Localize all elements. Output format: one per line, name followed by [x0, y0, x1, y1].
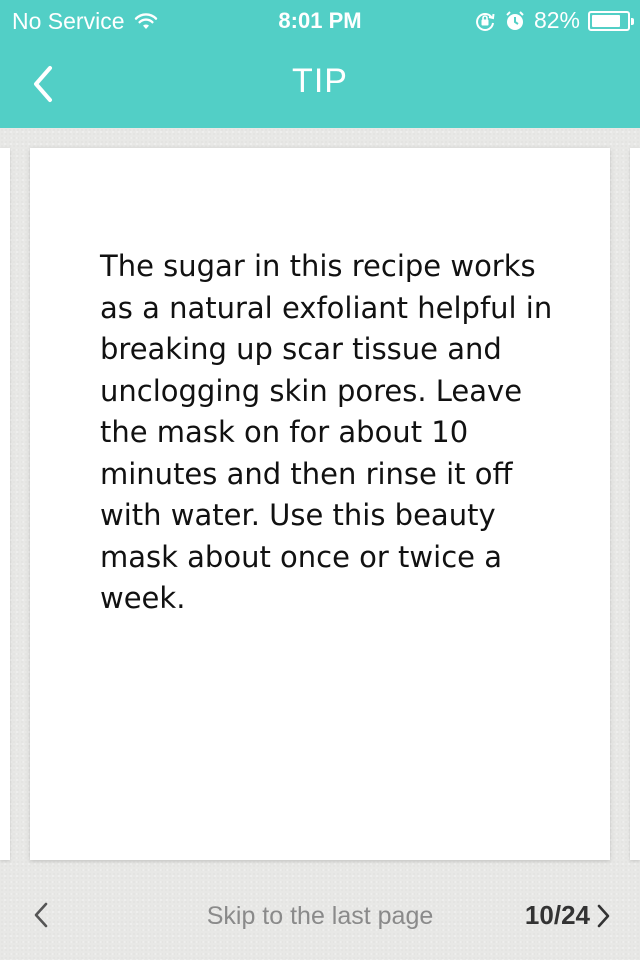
nav-bar: TIP [0, 40, 640, 128]
chevron-right-icon [597, 904, 610, 927]
bottom-nav: Skip to the last page 10/24 [0, 872, 640, 960]
battery-fill [592, 14, 620, 27]
battery-percent: 82% [533, 7, 580, 33]
next-page-button[interactable]: 10/24 [525, 900, 612, 931]
page-title: TIP [292, 62, 348, 100]
tip-card: The sugar in this recipe works as a natu… [30, 148, 610, 860]
page-counter: 10/24 [524, 900, 590, 930]
alarm-icon [504, 10, 526, 32]
rotation-lock-icon [474, 10, 496, 32]
status-bar: No Service 8:01 PM 82% [0, 0, 640, 40]
header: No Service 8:01 PM 82% TIP [0, 0, 640, 128]
tip-text: The sugar in this recipe works as a natu… [100, 249, 553, 615]
status-right: 82% [474, 7, 634, 34]
previous-card-edge[interactable] [0, 148, 10, 860]
battery-icon [588, 10, 634, 31]
next-card-edge[interactable] [630, 148, 640, 860]
